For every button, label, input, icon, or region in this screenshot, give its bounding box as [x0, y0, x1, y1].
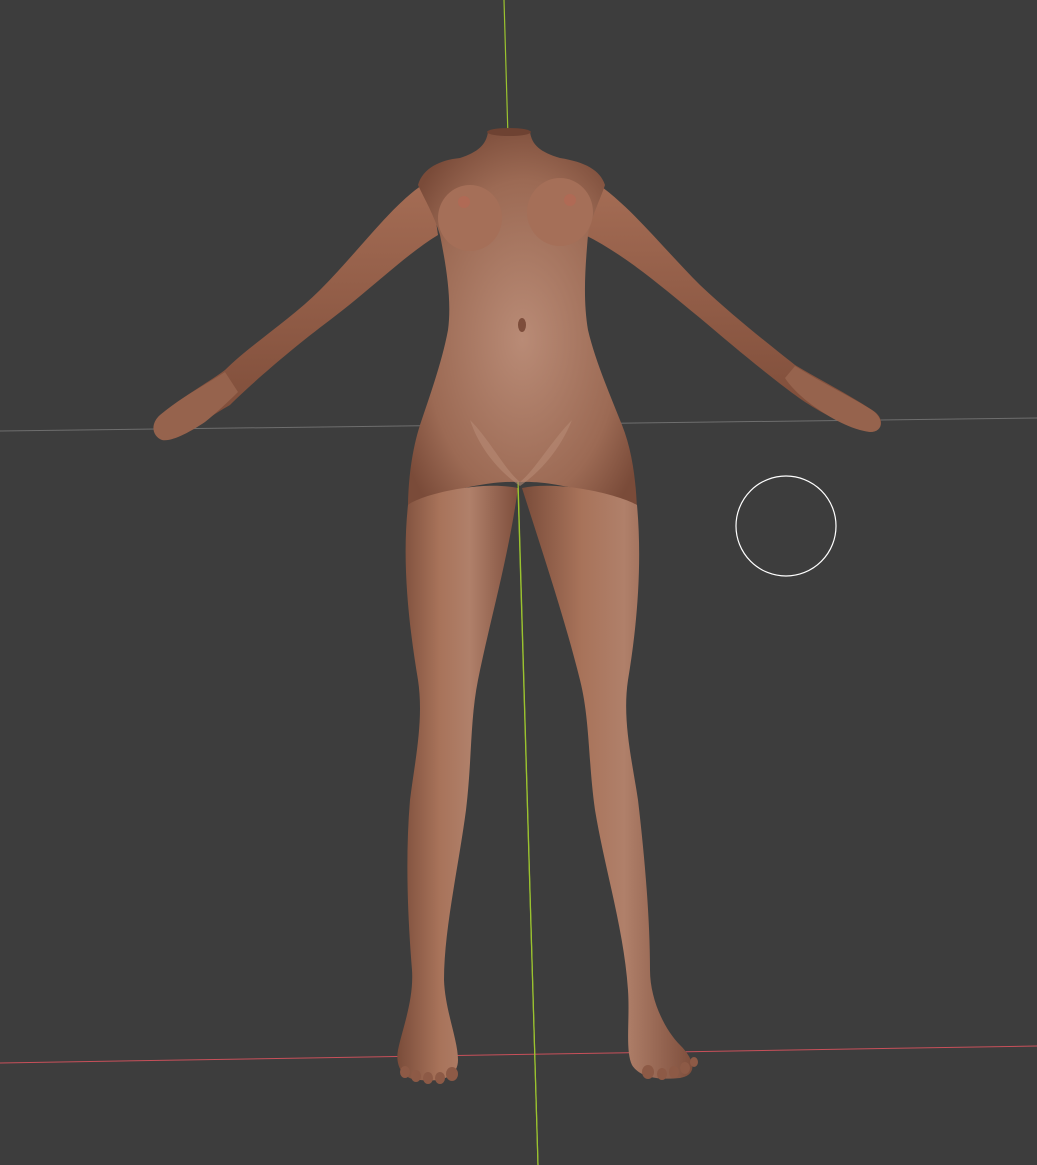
y-axis-line-foreground [517, 487, 539, 1165]
right-leg [522, 485, 693, 1079]
x-axis-line [0, 1045, 1037, 1064]
viewport-canvas[interactable] [0, 0, 1037, 1165]
right-hand [785, 366, 881, 432]
left-nipple [458, 196, 470, 208]
neck-stump [487, 128, 531, 136]
body-mesh[interactable] [153, 128, 882, 1084]
brush-cursor[interactable] [735, 475, 837, 577]
right-nipple [564, 194, 576, 206]
right-breast [527, 178, 593, 246]
navel [518, 318, 526, 332]
left-leg [397, 485, 518, 1081]
left-breast [438, 185, 502, 251]
3d-viewport[interactable] [0, 0, 1037, 1165]
